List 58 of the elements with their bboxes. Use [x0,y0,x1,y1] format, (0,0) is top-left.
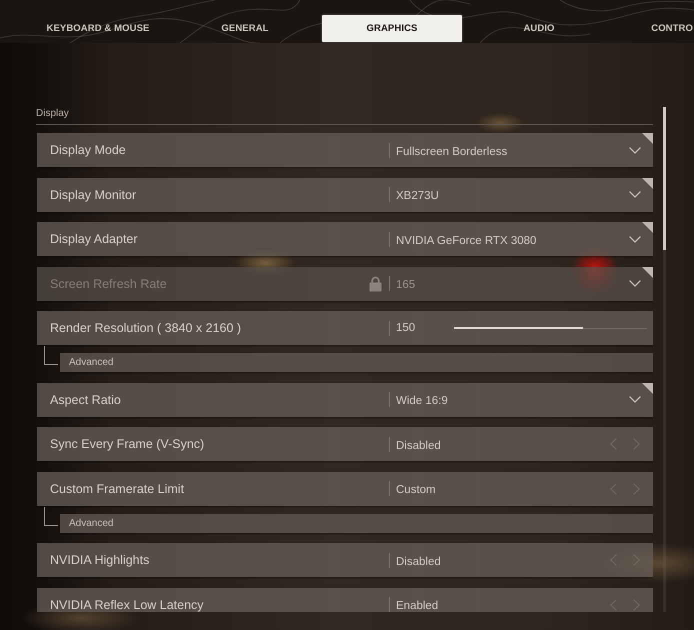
corner-notch-icon [642,133,653,144]
setting-value: Disabled [396,556,441,568]
setting-value: Wide 16:9 [396,395,448,407]
corner-notch-icon [642,222,653,233]
chevron-left-icon[interactable] [610,482,617,494]
settings-tab[interactable]: GENERAL [175,15,315,42]
setting-label: Display Mode [50,143,126,157]
settings-tab[interactable]: GRAPHICS [322,15,462,42]
setting-value: Fullscreen Borderless [396,146,508,158]
settings-tab[interactable]: AUDIO [469,15,609,42]
chevron-down-icon [629,236,641,242]
corner-notch-icon [642,266,653,278]
chevron-down-icon [629,280,641,287]
sub-setting-row[interactable]: Advanced [60,353,653,372]
settings-tab[interactable]: KEYBOARD & MOUSE [28,15,168,42]
setting-row[interactable]: Display Mode Fullscreen Borderless [37,133,653,167]
corner-notch-icon [642,382,653,394]
corner-notch-icon [642,178,653,188]
sub-setting-row[interactable]: Advanced [60,514,653,532]
chevron-down-icon [629,396,641,403]
setting-row[interactable]: NVIDIA Reflex Low Latency Enabled [37,588,653,612]
chevron-down-icon [629,191,641,198]
setting-label: NVIDIA Highlights [50,553,150,567]
connector-line [44,346,58,365]
chevron-right-icon[interactable] [633,438,640,450]
settings-tab[interactable]: CONTRO [651,15,694,42]
setting-label: Screen Refresh Rate [50,276,167,290]
setting-row[interactable]: Display Monitor XB273U [37,178,653,212]
setting-value: Custom [396,484,436,496]
setting-value: Disabled [396,440,441,452]
chevron-left-icon[interactable] [610,598,617,610]
setting-row[interactable]: NVIDIA Highlights Disabled [37,543,653,577]
section-title: Display [36,107,69,120]
setting-value: XB273U [396,190,439,202]
setting-row[interactable]: Aspect Ratio Wide 16:9 [37,382,653,416]
setting-label: Custom Framerate Limit [50,482,184,496]
chevron-down-icon [629,146,641,154]
chevron-left-icon[interactable] [610,554,617,566]
setting-row[interactable]: Display Adapter NVIDIA GeForce RTX 3080 [37,222,653,256]
setting-row[interactable]: Render Resolution ( 3840 x 2160 ) 150 [37,311,653,345]
chevron-right-icon[interactable] [633,598,640,610]
setting-label: Aspect Ratio [50,392,121,406]
setting-label: Display Adapter [50,232,138,246]
setting-value: 165 [396,279,416,291]
setting-value: 150 [396,322,416,334]
lock-icon [369,276,382,292]
setting-label: Display Monitor [50,188,136,202]
setting-label: NVIDIA Reflex Low Latency [50,598,204,612]
setting-value: NVIDIA GeForce RTX 3080 [396,234,536,246]
scrollbar-thumb[interactable] [663,107,666,250]
chevron-right-icon[interactable] [633,482,640,494]
connector-line [44,506,58,526]
setting-label: Sync Every Frame (V-Sync) [50,437,204,451]
setting-label: Render Resolution ( 3840 x 2160 ) [50,321,242,335]
chevron-left-icon[interactable] [610,438,617,450]
setting-value: Enabled [396,600,438,612]
setting-row[interactable]: Sync Every Frame (V-Sync) Disabled [37,427,653,461]
setting-row[interactable]: Custom Framerate Limit Custom [37,472,653,506]
